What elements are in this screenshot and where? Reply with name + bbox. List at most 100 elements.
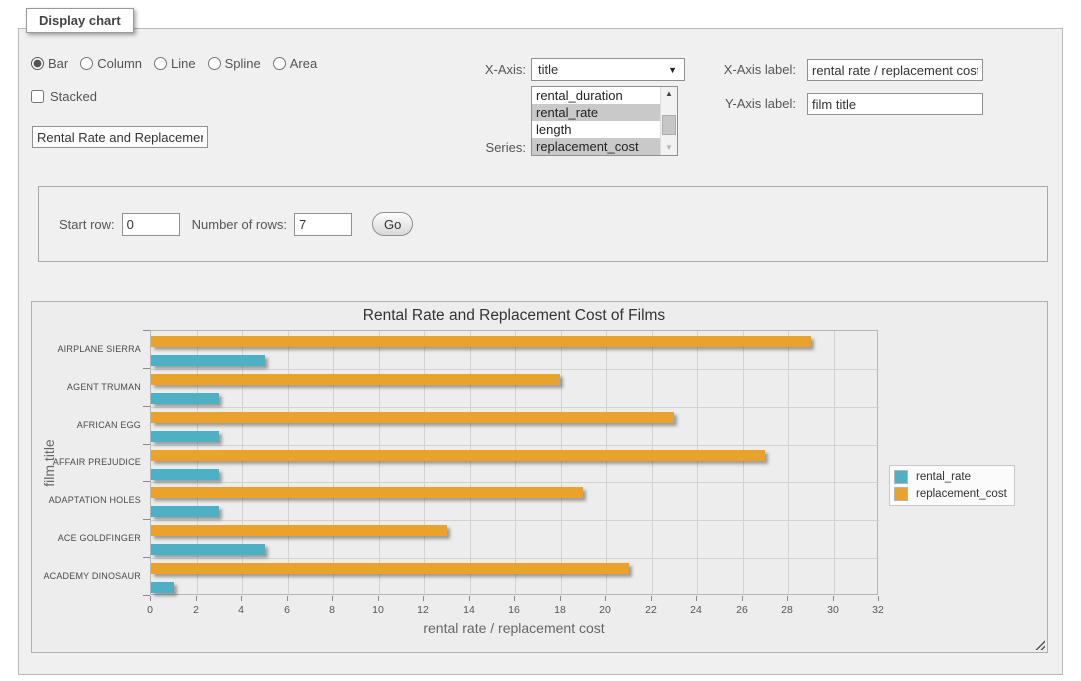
legend-label: replacement_cost (916, 488, 1007, 500)
chart-type-radio-column[interactable] (80, 57, 93, 70)
grid-line-vertical (333, 331, 334, 596)
chart-type-option-column[interactable]: Column (80, 56, 142, 71)
chart-type-radio-area[interactable] (273, 57, 286, 70)
series-listbox[interactable]: rental_durationrental_ratelengthreplacem… (531, 86, 678, 156)
bar-replacement_cost (151, 374, 560, 385)
bar-rental_rate (151, 582, 174, 593)
category-label: AIRPLANE SIERRA (32, 344, 141, 354)
x-axis-tick (651, 596, 652, 601)
x-axis-tick (150, 596, 151, 601)
legend-swatch-icon (894, 487, 908, 501)
fieldset-legend: Display chart (26, 8, 134, 33)
chart-type-radio-spline[interactable] (208, 57, 221, 70)
series-option[interactable]: rental_rate (532, 104, 660, 121)
x-axis-tick (833, 596, 834, 601)
plot-area (150, 330, 878, 595)
bar-replacement_cost (151, 563, 629, 574)
grid-line-vertical (288, 331, 289, 596)
stacked-option[interactable]: Stacked (31, 89, 97, 104)
x-axis-tick (514, 596, 515, 601)
grid-line-horizontal (151, 558, 879, 559)
x-axis-tick (742, 596, 743, 601)
grid-line-vertical (561, 331, 562, 596)
chart-title: Rental Rate and Replacement Cost of Film… (150, 307, 878, 325)
grid-line-vertical (743, 331, 744, 596)
bar-chart: Rental Rate and Replacement Cost of Film… (32, 302, 1047, 652)
series-option[interactable]: replacement_cost (532, 138, 660, 155)
series-option[interactable]: length (532, 121, 660, 138)
y-axis-tick (143, 595, 150, 596)
y-axis-tick (143, 406, 150, 407)
legend-swatch-icon (894, 470, 908, 484)
x-tick-label: 12 (408, 604, 438, 616)
bar-rental_rate (151, 544, 265, 555)
y-axis-title: film title (41, 363, 57, 563)
x-axis-tick (378, 596, 379, 601)
bar-replacement_cost (151, 525, 447, 536)
x-tick-label: 18 (545, 604, 575, 616)
grid-line-vertical (652, 331, 653, 596)
x-axis-selected-value: title (538, 62, 558, 77)
x-axis-tick (287, 596, 288, 601)
chart-type-label-bar: Bar (48, 56, 68, 71)
bar-replacement_cost (151, 487, 583, 498)
legend-item: rental_rate (894, 470, 1007, 484)
grid-line-horizontal (151, 445, 879, 446)
grid-line-vertical (242, 331, 243, 596)
x-tick-label: 20 (590, 604, 620, 616)
start-row-label: Start row: (59, 217, 115, 232)
grid-line-vertical (834, 331, 835, 596)
bar-replacement_cost (151, 412, 674, 423)
grid-line-vertical (424, 331, 425, 596)
x-axis-tick (878, 596, 879, 601)
chart-type-option-line[interactable]: Line (154, 56, 196, 71)
chart-type-option-spline[interactable]: Spline (208, 56, 261, 71)
start-row-input[interactable] (122, 213, 180, 236)
grid-line-vertical (788, 331, 789, 596)
scroll-thumb[interactable] (662, 115, 676, 135)
chart-type-label-spline: Spline (225, 56, 261, 71)
num-rows-input[interactable] (294, 213, 352, 236)
chart-type-option-bar[interactable]: Bar (31, 56, 68, 71)
x-axis-tick (787, 596, 788, 601)
y-axis-tick (143, 519, 150, 520)
grid-line-vertical (606, 331, 607, 596)
series-options: rental_durationrental_ratelengthreplacem… (532, 87, 660, 155)
stacked-checkbox[interactable] (31, 90, 44, 103)
scroll-down-icon[interactable]: ▼ (661, 141, 677, 155)
x-tick-label: 4 (226, 604, 256, 616)
category-label: ACADEMY DINOSAUR (32, 571, 141, 581)
go-button[interactable]: Go (372, 212, 413, 236)
x-tick-label: 32 (863, 604, 893, 616)
x-tick-label: 26 (727, 604, 757, 616)
x-axis-tick (469, 596, 470, 601)
y-axis-tick (143, 481, 150, 482)
chart-title-input[interactable] (32, 126, 208, 148)
grid-line-horizontal (151, 369, 879, 370)
x-axis-tick (423, 596, 424, 601)
bar-rental_rate (151, 393, 219, 404)
display-chart-fieldset: Display chart Bar Column Line Spline Are… (18, 28, 1063, 675)
x-axis-label-input[interactable] (807, 59, 983, 81)
x-axis-select-label: X-Axis: (449, 62, 526, 77)
x-axis-label-label: X-Axis label: (659, 62, 796, 77)
bar-rental_rate (151, 431, 219, 442)
chart-legend: rental_rate replacement_cost (889, 465, 1015, 506)
x-tick-label: 16 (499, 604, 529, 616)
chart-type-group: Bar Column Line Spline Area (31, 56, 325, 71)
x-tick-label: 0 (135, 604, 165, 616)
chart-type-label-column: Column (97, 56, 142, 71)
series-option[interactable]: rental_duration (532, 87, 660, 104)
chart-type-radio-line[interactable] (154, 57, 167, 70)
chart-type-option-area[interactable]: Area (273, 56, 317, 71)
bar-rental_rate (151, 506, 219, 517)
chart-type-radio-bar[interactable] (31, 57, 44, 70)
y-axis-tick (143, 368, 150, 369)
grid-line-horizontal (151, 482, 879, 483)
bar-rental_rate (151, 355, 265, 366)
legend-label: rental_rate (916, 471, 971, 483)
stacked-label: Stacked (50, 89, 97, 104)
x-axis-tick (196, 596, 197, 601)
grid-line-vertical (197, 331, 198, 596)
y-axis-label-input[interactable] (807, 93, 983, 115)
